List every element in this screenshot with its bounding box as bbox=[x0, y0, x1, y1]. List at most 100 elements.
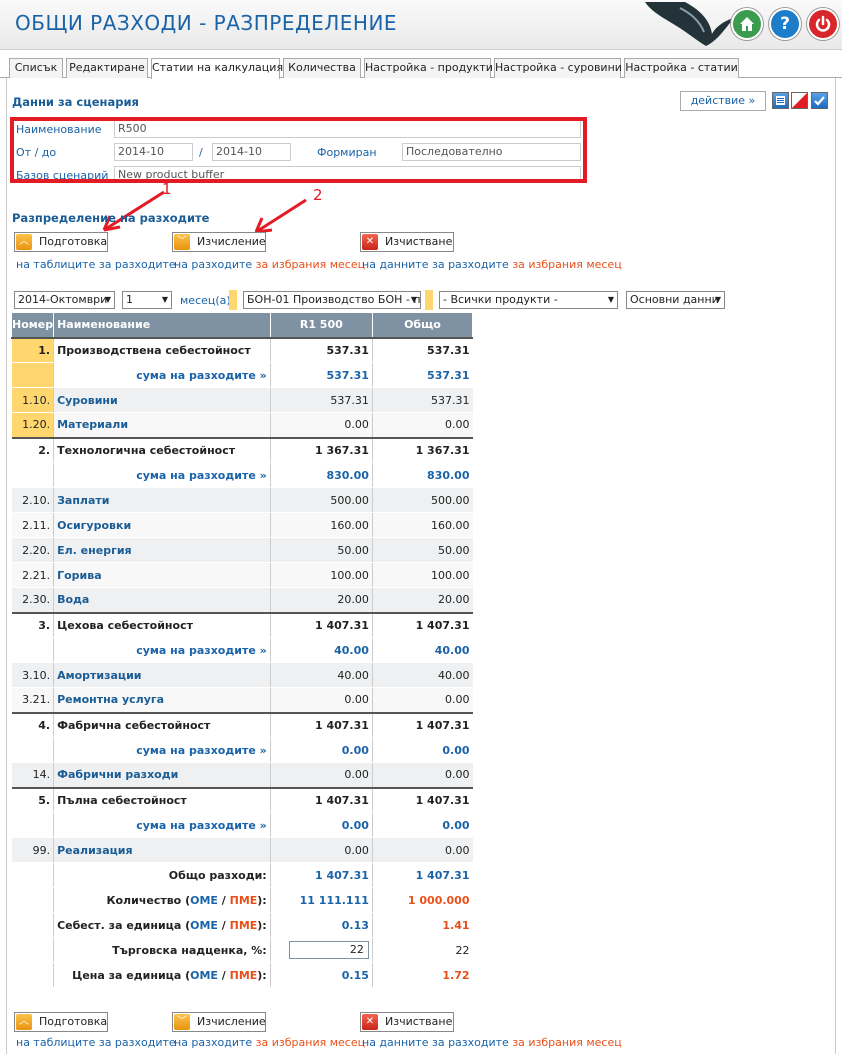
col-header-r1500[interactable]: R1 500 bbox=[269, 312, 373, 338]
clear-button-label: Изчистване bbox=[385, 1015, 453, 1028]
markup-input[interactable]: 22 bbox=[288, 941, 369, 959]
item-name-link[interactable]: Вода bbox=[53, 587, 271, 613]
cost-table: Номер Наименование R1 500 Общо 1. Произво… bbox=[10, 312, 474, 988]
item-name-link[interactable]: Материали bbox=[53, 412, 271, 438]
col-header-name[interactable]: Наименование bbox=[53, 312, 271, 338]
tab-edit[interactable]: Редактиране bbox=[66, 58, 148, 78]
row-number: 2.20. bbox=[11, 537, 54, 563]
sum-link[interactable]: сума на разходите » bbox=[53, 462, 271, 488]
pme-label: ПМЕ bbox=[229, 968, 258, 982]
total-value: 1 367.31 bbox=[371, 436, 473, 463]
item-row: 1.20. Материали 0.00 0.00 bbox=[11, 412, 473, 438]
total-markup: 22 bbox=[371, 937, 473, 963]
calculate-button[interactable]: ﹀ Изчисление bbox=[172, 232, 266, 252]
clear-button[interactable]: ✕ Изчистване bbox=[360, 232, 454, 252]
sum-link[interactable]: сума на разходите » bbox=[53, 812, 271, 838]
item-row: 3.21. Ремонтна услуга 0.00 0.00 bbox=[11, 687, 473, 713]
total-value: 537.31 bbox=[371, 336, 473, 363]
price-row: Цена за единица (ОМЕ / ПМЕ): 0.15 1.72 bbox=[11, 962, 473, 988]
clear-button-bottom[interactable]: ✕ Изчистване bbox=[360, 1012, 454, 1032]
r1500-total: 1 407.31 bbox=[269, 862, 373, 888]
label-text: ): bbox=[257, 893, 267, 907]
tab-settings-products[interactable]: Настройка - продукти bbox=[364, 58, 493, 78]
prepare-button-bottom[interactable]: ︿ Подготовка bbox=[14, 1012, 108, 1032]
item-name-link[interactable]: Ремонтна услуга bbox=[53, 687, 271, 713]
col-header-number[interactable]: Номер bbox=[10, 312, 55, 338]
row-number: 1.10. bbox=[11, 387, 54, 413]
data-type-select[interactable]: Основни данни ▼ bbox=[626, 291, 725, 309]
markup-label: Търговска надценка, %: bbox=[53, 937, 271, 963]
home-icon[interactable] bbox=[731, 8, 763, 40]
tab-settings-materials[interactable]: Настройка - суровини bbox=[494, 58, 622, 78]
r1500-value: 0.00 bbox=[269, 412, 373, 438]
markup-cell: 22 bbox=[269, 937, 373, 963]
group-name: Пълна себестойност bbox=[53, 786, 271, 813]
month-select[interactable]: 2014-Октомври ▼ bbox=[14, 291, 115, 309]
row-number: 4. bbox=[11, 711, 54, 738]
action-button[interactable]: действие » bbox=[680, 91, 766, 111]
sum-link[interactable]: сума на разходите » bbox=[53, 737, 271, 763]
item-name-link[interactable]: Реализация bbox=[53, 837, 271, 863]
dropdown-arrow-icon: ▼ bbox=[607, 295, 614, 304]
r1500-value: 537.31 bbox=[269, 387, 373, 413]
calculate-button-bottom[interactable]: ﹀ Изчисление bbox=[172, 1012, 266, 1032]
item-name-link[interactable]: Амортизации bbox=[53, 662, 271, 688]
prepare-button[interactable]: ︿ Подготовка bbox=[14, 232, 108, 252]
r1500-value: 500.00 bbox=[269, 487, 373, 513]
edit-icon[interactable] bbox=[791, 92, 808, 109]
label-text: Количество ( bbox=[106, 893, 191, 907]
sum-row: сума на разходите » 40.00 40.00 bbox=[11, 637, 473, 663]
total-value: 537.31 bbox=[371, 387, 473, 413]
sum-row: сума на разходите » 830.00 830.00 bbox=[11, 462, 473, 488]
tab-list[interactable]: Списък bbox=[9, 58, 63, 78]
close-icon: ✕ bbox=[362, 234, 378, 250]
total-sum: 0.00 bbox=[371, 812, 473, 838]
calculate-button-label: Изчисление bbox=[197, 235, 266, 248]
label-text: Себест. за единица ( bbox=[57, 918, 191, 932]
r1500-sum: 40.00 bbox=[269, 637, 373, 663]
r1500-quantity: 11 111.111 bbox=[269, 887, 373, 913]
check-icon[interactable] bbox=[811, 92, 828, 109]
yellow-marker bbox=[425, 290, 433, 310]
sum-link[interactable]: сума на разходите » bbox=[53, 362, 271, 388]
row-number bbox=[11, 912, 54, 938]
page-title: ОБЩИ РАЗХОДИ - РАЗПРЕДЕЛЕНИЕ bbox=[15, 11, 398, 35]
item-name-link[interactable]: Осигуровки bbox=[53, 512, 271, 538]
help-icon[interactable]: ? bbox=[769, 8, 801, 40]
products-select[interactable]: - Всички продукти - ▼ bbox=[439, 291, 618, 309]
sum-link[interactable]: сума на разходите » bbox=[53, 637, 271, 663]
app-header: ОБЩИ РАЗХОДИ - РАЗПРЕДЕЛЕНИЕ ? bbox=[0, 0, 842, 50]
tab-quantities[interactable]: Количества bbox=[283, 58, 361, 78]
tab-calculation-items[interactable]: Статии на калкулация bbox=[151, 58, 283, 79]
item-name-link[interactable]: Ел. енергия bbox=[53, 537, 271, 563]
item-name-link[interactable]: Фабрични разходи bbox=[53, 762, 271, 788]
tab-settings-items[interactable]: Настройка - статии bbox=[624, 58, 739, 78]
row-number: 2.30. bbox=[11, 587, 54, 613]
item-name-link[interactable]: Суровини bbox=[53, 387, 271, 413]
r1500-sum: 537.31 bbox=[269, 362, 373, 388]
month-count-select[interactable]: 1 ▼ bbox=[122, 291, 172, 309]
r1500-value: 1 407.31 bbox=[269, 611, 373, 638]
sum-row: сума на разходите » 537.31 537.31 bbox=[11, 362, 473, 388]
row-number bbox=[11, 887, 54, 913]
row-number: 3.10. bbox=[11, 662, 54, 688]
item-name-link[interactable]: Заплати bbox=[53, 487, 271, 513]
pme-label: ПМЕ bbox=[229, 918, 258, 932]
print-icon[interactable] bbox=[772, 92, 789, 109]
col-header-total[interactable]: Общо bbox=[371, 312, 474, 338]
row-number: 5. bbox=[11, 786, 54, 813]
power-icon[interactable] bbox=[807, 8, 839, 40]
prepare-button-label: Подготовка bbox=[39, 1015, 108, 1028]
group-row: 1. Производствена себестойност 537.31 537.3… bbox=[11, 336, 473, 363]
row-number: 99. bbox=[11, 837, 54, 863]
group-row: 2. Технологична себестойност 1 367.31 1 367… bbox=[11, 436, 473, 463]
row-number bbox=[11, 812, 54, 838]
total-costs-label: Общо разходи: bbox=[53, 862, 271, 888]
product-group-select[interactable]: БОН-01 Производство БОН - п ▼ bbox=[243, 291, 421, 309]
total-total: 1 407.31 bbox=[371, 862, 473, 888]
dropdown-arrow-icon: ▼ bbox=[104, 295, 111, 304]
row-number: 2.21. bbox=[11, 562, 54, 588]
total-value: 0.00 bbox=[371, 412, 473, 438]
item-name-link[interactable]: Горива bbox=[53, 562, 271, 588]
scenario-section-title: Данни за сценария bbox=[12, 95, 139, 109]
